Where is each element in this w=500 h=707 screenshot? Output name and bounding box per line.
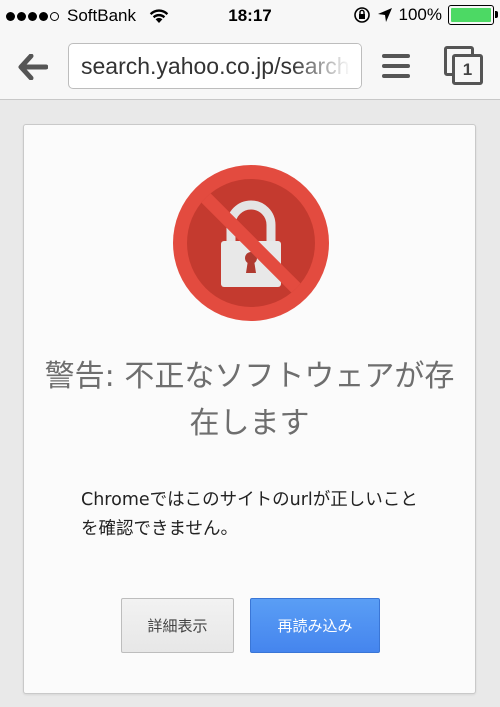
- menu-button[interactable]: [382, 54, 410, 78]
- orientation-lock-icon: [353, 7, 370, 23]
- tab-switcher-button[interactable]: 1: [444, 46, 484, 86]
- details-button[interactable]: 詳細表示: [121, 598, 234, 653]
- warning-title: 警告: 不正なソフトウェアが存在します: [44, 359, 455, 441]
- browser-toolbar: search.yahoo.co.jp/search 1: [0, 34, 500, 100]
- blocked-lock-icon: [173, 165, 329, 321]
- location-arrow-icon: [377, 8, 392, 22]
- battery-level: [451, 8, 491, 22]
- warning-card: 警告: 不正なソフトウェアが存在します Chromeではこのサイトのurlが正し…: [23, 124, 476, 694]
- url-field[interactable]: search.yahoo.co.jp/search: [68, 43, 362, 89]
- battery-icon: [448, 5, 498, 25]
- reload-button[interactable]: 再読み込み: [250, 598, 380, 653]
- warning-message: Chromeではこのサイトのurlが正しいことを確認できません。: [81, 490, 418, 539]
- status-bar: SoftBank 18:17 100%: [0, 0, 500, 34]
- back-button[interactable]: [16, 50, 50, 84]
- status-right: 100%: [353, 5, 498, 25]
- battery-percent: 100%: [398, 5, 442, 24]
- tab-count: 1: [452, 54, 483, 85]
- back-arrow-icon: [18, 54, 48, 80]
